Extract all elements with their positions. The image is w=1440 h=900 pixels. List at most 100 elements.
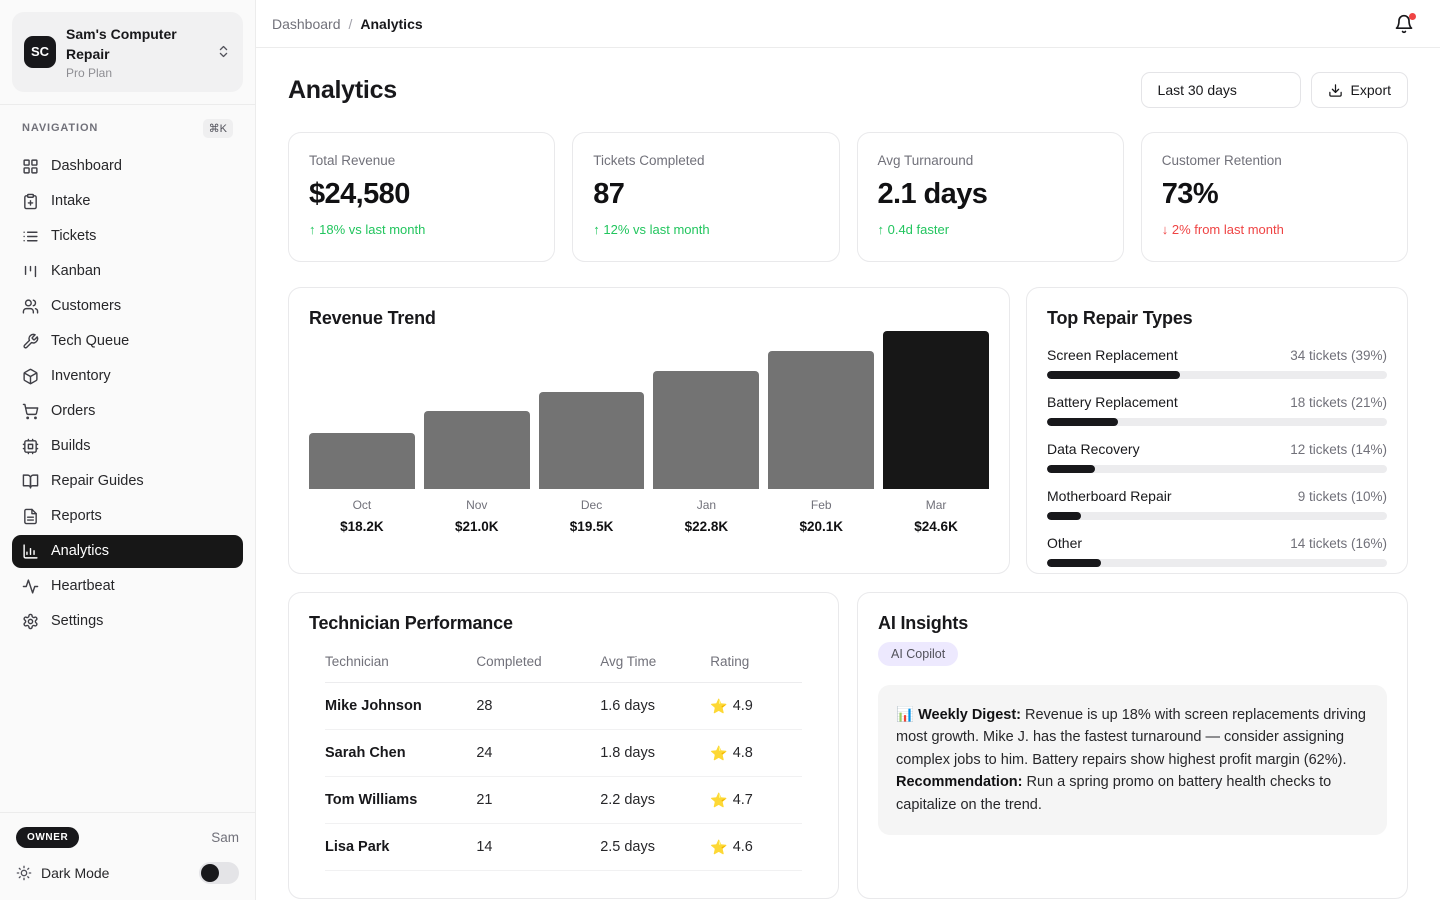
sidebar-item-reports[interactable]: Reports — [12, 500, 243, 533]
workspace-name: Sam's Computer Repair — [66, 24, 206, 65]
column-header-technician: Technician — [325, 654, 476, 669]
bar-zone — [539, 331, 645, 489]
column-header-rating: Rating — [710, 654, 802, 669]
sidebar-item-label: Tech Queue — [51, 333, 129, 349]
owner-name: Sam — [211, 830, 239, 845]
bar-chart-emoji-icon: 📊 — [896, 707, 914, 723]
sidebar-item-builds[interactable]: Builds — [12, 430, 243, 463]
page-header: Analytics Last 30 days Export — [288, 72, 1408, 108]
bar-value-label: $19.5K — [539, 519, 645, 534]
bar-column: Feb$20.1K — [768, 331, 874, 534]
dark-mode-toggle[interactable] — [199, 862, 239, 884]
sidebar-item-intake[interactable]: Intake — [12, 185, 243, 218]
repair-type-name: Other — [1047, 535, 1082, 551]
technician-performance-title: Technician Performance — [309, 613, 818, 634]
bar-value-label: $22.8K — [653, 519, 759, 534]
chevrons-up-down-icon — [216, 44, 231, 59]
rating-value: 4.8 — [733, 745, 753, 761]
command-k-shortcut[interactable]: ⌘K — [203, 119, 233, 138]
technician-completed: 14 — [476, 839, 600, 855]
sidebar-item-heartbeat[interactable]: Heartbeat — [12, 570, 243, 603]
technician-avg-time: 2.2 days — [600, 792, 710, 808]
star-icon: ⭐ — [710, 745, 727, 762]
revenue-bar — [539, 392, 645, 489]
bar-column: Mar$24.6K — [883, 331, 989, 534]
technician-name: Tom Williams — [325, 792, 476, 808]
sidebar-item-dashboard[interactable]: Dashboard — [12, 150, 243, 183]
download-icon — [1328, 83, 1343, 98]
topbar: Dashboard / Analytics — [256, 0, 1440, 48]
charts-row: Revenue Trend Oct$18.2KNov$21.0KDec$19.5… — [288, 287, 1408, 574]
table-row: Mike Johnson 28 1.6 days ⭐4.9 — [325, 683, 802, 730]
sidebar-item-customers[interactable]: Customers — [12, 290, 243, 323]
sidebar-item-inventory[interactable]: Inventory — [12, 360, 243, 393]
notifications-button[interactable] — [1394, 14, 1414, 34]
activity-icon — [22, 578, 39, 595]
shopping-cart-icon — [22, 403, 39, 420]
clipboard-plus-icon — [22, 193, 39, 210]
stat-card-avg-turnaround: Avg Turnaround 2.1 days ↑ 0.4d faster — [857, 132, 1124, 262]
stats-grid: Total Revenue $24,580 ↑ 18% vs last mont… — [288, 132, 1408, 262]
top-repair-types-card: Top Repair Types Screen Replacement 34 t… — [1026, 287, 1408, 574]
sidebar-item-label: Tickets — [51, 228, 96, 244]
sidebar-item-settings[interactable]: Settings — [12, 605, 243, 638]
sidebar-item-label: Dashboard — [51, 158, 122, 174]
sidebar-item-label: Analytics — [51, 543, 109, 559]
revenue-bar — [883, 331, 989, 489]
stat-delta: ↑ 0.4d faster — [878, 222, 1103, 237]
repair-type-name: Screen Replacement — [1047, 347, 1178, 363]
repair-type-name: Battery Replacement — [1047, 394, 1178, 410]
owner-badge: OWNER — [16, 827, 79, 848]
repair-type-item: Data Recovery 12 tickets (14%) — [1047, 441, 1387, 473]
workspace-meta: Sam's Computer Repair Pro Plan — [66, 24, 206, 80]
technician-avg-time: 1.8 days — [600, 745, 710, 761]
technician-table: Technician Completed Avg Time Rating Mik… — [325, 654, 802, 871]
ai-insights-title: AI Insights — [878, 613, 1387, 634]
technician-performance-card: Technician Performance Technician Comple… — [288, 592, 839, 899]
sidebar-item-repair-guides[interactable]: Repair Guides — [12, 465, 243, 498]
date-range-select[interactable]: Last 30 days — [1141, 72, 1301, 108]
ai-copilot-badge: AI Copilot — [878, 642, 958, 666]
sidebar-item-label: Intake — [51, 193, 91, 209]
export-button[interactable]: Export — [1311, 72, 1408, 108]
repair-progress-fill — [1047, 559, 1101, 567]
sidebar-item-orders[interactable]: Orders — [12, 395, 243, 428]
technician-rating: ⭐ 4.6 — [710, 839, 802, 856]
stat-delta: ↑ 12% vs last month — [593, 222, 818, 237]
star-icon: ⭐ — [710, 839, 727, 856]
sidebar-item-label: Heartbeat — [51, 578, 115, 594]
sidebar-item-analytics[interactable]: Analytics — [12, 535, 243, 568]
repair-type-count: 14 tickets (16%) — [1290, 536, 1387, 551]
top-repair-types-title: Top Repair Types — [1047, 308, 1387, 329]
sidebar-item-label: Orders — [51, 403, 95, 419]
list-icon — [22, 228, 39, 245]
rating-value: 4.9 — [733, 698, 753, 714]
weekly-digest-label: Weekly Digest: — [918, 707, 1021, 723]
workspace-switcher[interactable]: SC Sam's Computer Repair Pro Plan — [12, 12, 243, 92]
repair-progress-track — [1047, 465, 1387, 473]
stat-value: $24,580 — [309, 178, 534, 211]
stat-delta: ↑ 18% vs last month — [309, 222, 534, 237]
sidebar-item-label: Reports — [51, 508, 102, 524]
breadcrumb-dashboard[interactable]: Dashboard — [272, 16, 341, 32]
technician-rating: ⭐ 4.8 — [710, 745, 802, 762]
column-header-completed: Completed — [476, 654, 600, 669]
bar-column: Oct$18.2K — [309, 331, 415, 534]
technician-completed: 24 — [476, 745, 600, 761]
weekly-digest-box: 📊 Weekly Digest: Revenue is up 18% with … — [878, 685, 1387, 835]
nav-label-row: NAVIGATION ⌘K — [12, 119, 243, 138]
sidebar-item-tech-queue[interactable]: Tech Queue — [12, 325, 243, 358]
sidebar-item-tickets[interactable]: Tickets — [12, 220, 243, 253]
rating-value: 4.6 — [733, 839, 753, 855]
table-row: Lisa Park 14 2.5 days ⭐4.6 — [325, 824, 802, 871]
technician-avg-time: 2.5 days — [600, 839, 710, 855]
repair-list: Screen Replacement 34 tickets (39%) Batt… — [1047, 347, 1387, 567]
workspace-plan: Pro Plan — [66, 66, 206, 80]
repair-type-header: Other 14 tickets (16%) — [1047, 535, 1387, 551]
repair-type-name: Data Recovery — [1047, 441, 1140, 457]
users-icon — [22, 298, 39, 315]
stat-value: 73% — [1162, 178, 1387, 211]
sidebar-item-kanban[interactable]: Kanban — [12, 255, 243, 288]
date-range-label: Last 30 days — [1158, 82, 1237, 98]
star-icon: ⭐ — [710, 792, 727, 809]
